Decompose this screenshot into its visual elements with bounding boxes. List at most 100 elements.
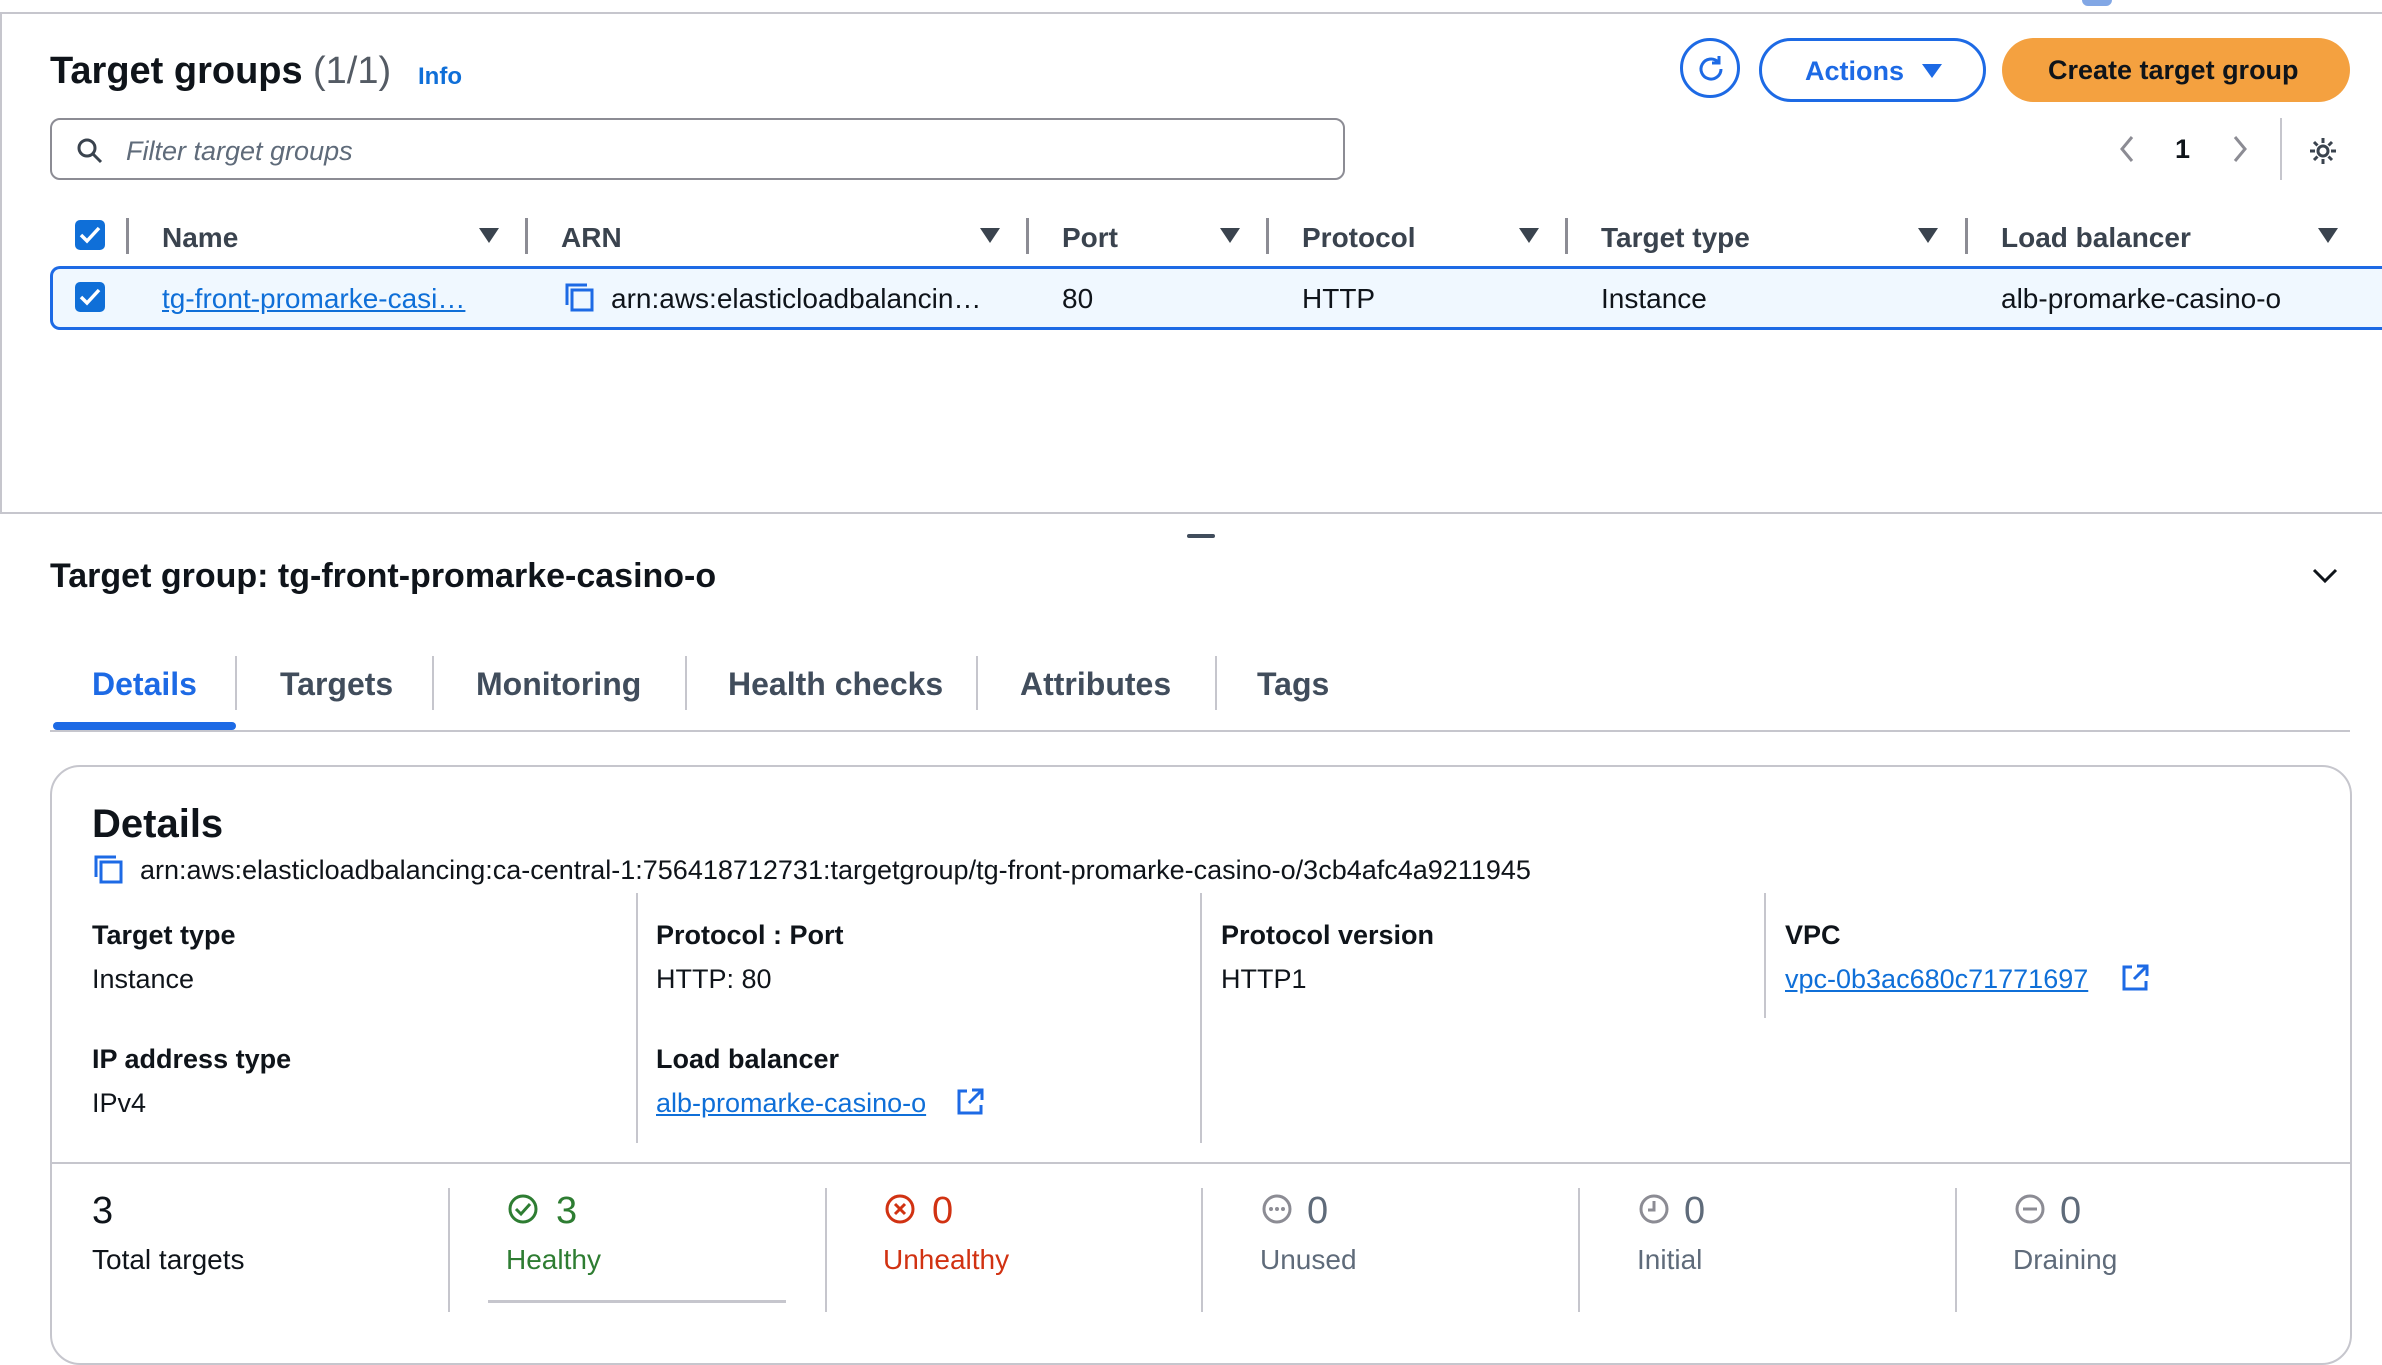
tab-details[interactable]: Details	[92, 666, 197, 703]
chevron-left-icon[interactable]	[2117, 133, 2137, 165]
row-port: 80	[1062, 283, 1094, 314]
target-group-arn: arn:aws:elasticloadbalancing:ca-central-…	[140, 855, 1531, 885]
target-type-label: Target type	[92, 920, 236, 950]
external-link-icon[interactable]	[955, 1087, 985, 1117]
tab-attributes[interactable]: Attributes	[1020, 666, 1171, 703]
actions-label: Actions	[1805, 56, 1905, 86]
row-checkbox[interactable]	[75, 282, 105, 312]
column-separator[interactable]	[1965, 218, 1968, 254]
protocol-port-value: HTTP: 80	[656, 964, 772, 994]
sort-icon[interactable]	[2318, 228, 2338, 243]
unused-circle-icon	[1262, 1194, 1292, 1224]
total-targets-count: 3	[92, 1190, 114, 1232]
stats-divider	[50, 1162, 2352, 1164]
tab-separator	[432, 656, 434, 710]
tab-separator	[685, 656, 687, 710]
sort-icon[interactable]	[1519, 228, 1539, 243]
create-target-group-button[interactable]: Create target group	[2002, 38, 2350, 102]
actions-button[interactable]: Actions	[1759, 38, 1986, 102]
column-separator[interactable]	[1565, 218, 1568, 254]
column-header-load-balancer[interactable]: Load balancer	[2001, 222, 2191, 254]
ip-address-type-label: IP address type	[92, 1044, 292, 1074]
vpc-link[interactable]: vpc-0b3ac680c71771697	[1785, 964, 2088, 995]
column-header-name[interactable]: Name	[162, 222, 238, 254]
details-card-title: Details	[92, 802, 224, 846]
selection-count: (1/1)	[313, 50, 392, 92]
chevron-down-icon[interactable]	[2310, 566, 2340, 586]
stat-divider	[448, 1188, 450, 1312]
vpc-label: VPC	[1785, 920, 1841, 950]
current-page[interactable]: 1	[2175, 134, 2190, 165]
sort-icon[interactable]	[1918, 228, 1938, 243]
row-protocol: HTTP	[1302, 283, 1376, 314]
tabs-divider	[50, 730, 2350, 732]
sort-icon[interactable]	[479, 228, 499, 243]
initial-label[interactable]: Initial	[1637, 1244, 1702, 1276]
tab-health-checks[interactable]: Health checks	[728, 666, 943, 703]
tab-targets[interactable]: Targets	[280, 666, 393, 703]
gear-icon[interactable]	[2307, 135, 2339, 167]
load-balancer-link[interactable]: alb-promarke-casino-o	[656, 1088, 926, 1119]
protocol-port-label: Protocol : Port	[656, 920, 844, 950]
tab-monitoring[interactable]: Monitoring	[476, 666, 641, 703]
sort-icon[interactable]	[980, 228, 1000, 243]
load-balancer-label: Load balancer	[656, 1044, 840, 1074]
info-link[interactable]: Info	[418, 63, 462, 91]
refresh-icon	[1699, 56, 1723, 81]
total-targets-label: Total targets	[92, 1244, 245, 1275]
copy-icon[interactable]	[92, 853, 124, 885]
tab-separator	[1215, 656, 1217, 710]
stat-divider	[1955, 1188, 1957, 1312]
detail-panel-title: Target group: tg-front-promarke-casino-o	[50, 557, 717, 595]
unhealthy-count[interactable]: 0	[932, 1190, 953, 1233]
tab-separator	[235, 656, 237, 710]
clock-icon	[1639, 1194, 1669, 1224]
search-icon	[77, 138, 103, 164]
search-placeholder: Filter target groups	[126, 136, 353, 166]
healthy-label[interactable]: Healthy	[506, 1244, 601, 1276]
row-target-type: Instance	[1601, 283, 1707, 314]
column-header-target-type[interactable]: Target type	[1601, 222, 1750, 254]
caret-down-icon	[1922, 64, 1942, 78]
column-separator	[126, 218, 129, 254]
select-all-checkbox[interactable]	[75, 220, 105, 250]
draining-count[interactable]: 0	[2060, 1190, 2081, 1233]
stat-divider	[825, 1188, 827, 1312]
healthy-count[interactable]: 3	[556, 1190, 577, 1233]
column-header-protocol[interactable]: Protocol	[1302, 222, 1416, 254]
row-arn: arn:aws:elasticloadbalancin…	[611, 283, 982, 314]
target-type-value: Instance	[92, 964, 195, 994]
refresh-button[interactable]	[1680, 38, 1740, 98]
row-load-balancer: alb-promarke-casino-o	[2001, 283, 2282, 314]
protocol-version-label: Protocol version	[1221, 920, 1435, 950]
column-separator[interactable]	[1026, 218, 1029, 254]
column-separator[interactable]	[1266, 218, 1269, 254]
chevron-right-icon[interactable]	[2230, 133, 2250, 165]
column-divider	[1764, 893, 1766, 1018]
tab-tags[interactable]: Tags	[1257, 666, 1329, 703]
split-panel-handle[interactable]	[1187, 534, 1215, 538]
check-circle-icon	[508, 1194, 538, 1224]
target-group-name-link[interactable]: tg-front-promarke-casi…	[162, 283, 465, 315]
create-label: Create target group	[2048, 55, 2299, 85]
sort-icon[interactable]	[1220, 228, 1240, 243]
error-circle-icon	[885, 1194, 915, 1224]
check-icon	[79, 226, 101, 244]
unused-label[interactable]: Unused	[1260, 1244, 1357, 1276]
healthy-underline	[488, 1300, 786, 1303]
draining-label[interactable]: Draining	[2013, 1244, 2117, 1276]
check-icon	[79, 288, 101, 306]
column-divider	[1200, 893, 1202, 1143]
stat-divider	[1201, 1188, 1203, 1312]
unhealthy-label[interactable]: Unhealthy	[883, 1244, 1009, 1276]
filter-target-groups-input[interactable]: Filter target groups	[50, 118, 1345, 180]
column-separator[interactable]	[525, 218, 528, 254]
pager-divider	[2280, 118, 2282, 180]
ip-address-type-value: IPv4	[92, 1088, 147, 1118]
external-link-icon[interactable]	[2120, 963, 2150, 993]
column-header-port[interactable]: Port	[1062, 222, 1118, 254]
initial-count[interactable]: 0	[1684, 1190, 1705, 1233]
column-header-arn[interactable]: ARN	[561, 222, 622, 254]
unused-count[interactable]: 0	[1307, 1190, 1328, 1233]
copy-icon[interactable]	[563, 281, 595, 313]
